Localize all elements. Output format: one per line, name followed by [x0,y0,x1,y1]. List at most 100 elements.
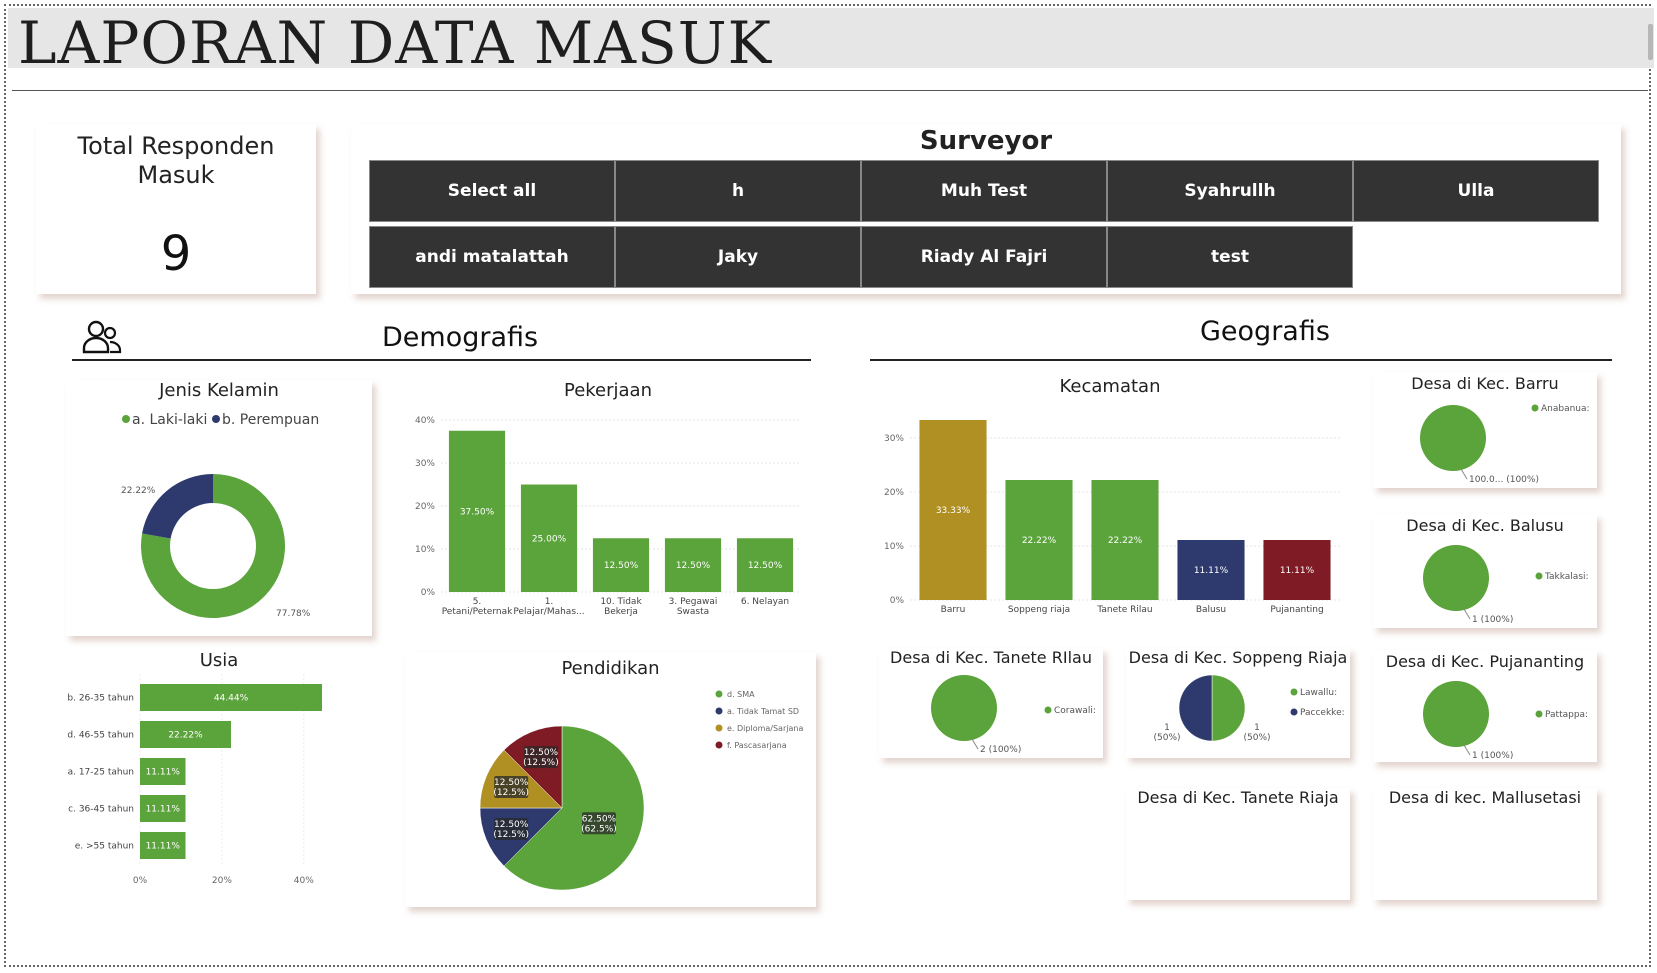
card-desa-tanete-rilau: Desa di Kec. Tanete RIlau Corawali: 2 (10… [879,648,1103,758]
x-tick-label-3: Balusu [1196,605,1226,615]
legend-dot-2 [715,724,723,732]
y-tick-label-2: a. 17-25 tahun [68,768,134,778]
legend-dot-0 [1044,706,1052,714]
pie-data-label-0: 2 (100%) [980,745,1021,755]
surveyor-option-muh-test[interactable]: Muh Test [861,160,1107,222]
y-tick-label-0: b. 26-35 tahun [67,694,134,704]
bar-data-label-0: 37.50% [460,507,495,517]
bar-data-label-1: 25.00% [532,534,567,544]
desa-balusu-pie-chart: Takkalasi: 1 (100%) [1423,545,1589,625]
x-tick-label-2: 40% [294,876,314,886]
scrollbar-thumb[interactable] [1648,24,1653,60]
x-tick-label-0: Barru [941,605,966,615]
chart-title-desa-tanete-riaja: Desa di Kec. Tanete Riaja [1137,788,1339,807]
legend-label-0: d. SMA [727,690,755,699]
chart-title-desa-balusu: Desa di Kec. Balusu [1406,516,1564,535]
surveyor-option-andi-matalattah[interactable]: andi matalattah [369,226,615,288]
pie-leader-line [1460,468,1468,480]
jenis-kelamin-donut-chart: a. Laki-laki b. Perempuan 77.78% 22.22% [121,412,319,619]
pendidikan-pie-chart: 62.50% (62.5%) 12.50% (12.5%) 12.50% (12.5%) 1… [479,690,803,891]
geografis-divider [870,359,1612,361]
chart-title-desa-mallusetasi: Desa di kec. Mallusetasi [1388,788,1582,807]
title-bar: LAPORAN DATA MASUK [8,8,1654,72]
y-tick-label-1: 10% [884,542,904,552]
bar-data-label-1: 22.22% [1022,536,1057,546]
legend-label-0: Corawali: [1054,706,1096,716]
y-tick-label-0: 0% [890,596,905,606]
pie-slice-0 [1423,545,1489,611]
x-tick-label-1: 20% [212,876,232,886]
chart-title-desa-barru: Desa di Kec. Barru [1411,374,1559,393]
bar-data-label-1: 22.22% [168,731,203,741]
surveyor-option-ulla[interactable]: Ulla [1353,160,1599,222]
x-tick-label-3: 3. Pegawai Swasta [669,597,718,617]
pie-slice-0 [1423,681,1489,747]
pekerjaan-bar-chart: 0% 10% 20% 30% 40% 37.50% 5. Petani/Peternak 25.… [415,416,801,617]
legend-label-0: Takkalasi: [1544,572,1589,582]
card-desa-tanete-riaja: Desa di Kec. Tanete Riaja [1126,788,1350,900]
surveyor-slicer: Surveyor Select all h Muh Test Syahrullh… [351,124,1621,294]
legend-dot-0 [1535,710,1543,718]
people-group-icon [82,320,122,354]
legend-dot-1 [212,415,220,423]
legend-label-3: f. Pascasarjana [727,741,787,750]
y-tick-label-0: 0% [421,588,436,598]
surveyor-option-syahrullh[interactable]: Syahrullh [1107,160,1353,222]
title-divider [12,90,1648,91]
card-desa-balusu: Desa di Kec. Balusu Takkalasi: 1 (100%) [1373,514,1597,628]
legend-dot-0 [1290,688,1298,696]
y-tick-label-3: 30% [884,434,904,444]
bar-data-label-2: 12.50% [604,561,639,571]
y-tick-label-1: 10% [415,545,435,555]
surveyor-option-jaky[interactable]: Jaky [615,226,861,288]
legend-label-0: Lawallu: [1300,688,1337,698]
legend-dot-0 [715,690,723,698]
legend-label-0: Anabanua: [1541,404,1590,414]
bar-data-label-3: 12.50% [676,561,711,571]
legend-dot-3 [715,741,723,749]
chart-title-pendidikan: Pendidikan [561,658,660,679]
pie-data-label-1: 1 (50%) [1153,723,1180,743]
surveyor-option-select-all[interactable]: Select all [369,160,615,222]
pie-data-label-0: 1 (100%) [1472,615,1513,625]
legend-dot-0 [1535,572,1543,580]
chart-title-desa-tanete-rilau: Desa di Kec. Tanete RIlau [890,648,1092,667]
y-tick-label-3: c. 36-45 tahun [68,805,134,815]
legend-dot-0 [1531,404,1539,412]
kecamatan-bar-chart: 0% 10% 20% 30% 33.33% Barru 22.22% Soppeng riaj… [884,420,1340,615]
chart-title-usia: Usia [199,650,239,671]
x-tick-label-2: 10. Tidak Bekerja [600,597,642,617]
x-tick-label-0: 5. Petani/Peternak [442,597,513,617]
surveyor-option-h[interactable]: h [615,160,861,222]
legend-dot-0 [122,415,130,423]
pie-data-label-0: 1 (100%) [1472,751,1513,761]
x-tick-label-4: Pujananting [1270,605,1323,615]
card-jenis-kelamin: Jenis Kelamin a. Laki-laki b. Perempuan 77… [66,380,372,636]
pie-slice-0 [1420,405,1486,471]
bar-data-label-4: 11.11% [146,842,181,852]
chart-title-jenis-kelamin: Jenis Kelamin [159,380,279,401]
y-tick-label-3: 30% [415,459,435,469]
pie-leader-line [1463,744,1471,756]
legend-label-0: Pattappa: [1545,710,1588,720]
card-pekerjaan: Pekerjaan 0% 10% 20% 30% 40% 37.50% 5. Petani/P… [405,380,811,636]
pie-data-label-3: 12.50% (12.5%) [523,748,559,768]
y-tick-label-4: 40% [415,416,435,426]
surveyor-option-riady-al-fajri[interactable]: Riady Al Fajri [861,226,1107,288]
card-kecamatan: Kecamatan 0% 10% 20% 30% 33.33% Barru 22.22% So… [870,374,1350,640]
surveyor-option-test[interactable]: test [1107,226,1353,288]
card-desa-mallusetasi: Desa di kec. Mallusetasi [1373,788,1597,900]
pie-data-label-0: 100.0... (100%) [1469,475,1539,485]
card-desa-barru: Desa di Kec. Barru Anabanua: 100.0... (10… [1373,372,1597,488]
y-tick-label-2: 20% [884,488,904,498]
legend-label-1: b. Perempuan [222,412,319,428]
demografis-divider [72,359,811,361]
bar-data-label-4: 12.50% [748,561,783,571]
legend-label-1: Paccekke: [1300,708,1345,718]
bar-data-label-2: 11.11% [146,768,181,778]
surveyor-title: Surveyor [919,126,1053,156]
pie-data-label-2: 12.50% (12.5%) [493,778,529,798]
chart-title-desa-soppeng-riaja: Desa di Kec. Soppeng Riaja [1128,648,1348,667]
chart-title-desa-pujananting: Desa di Kec. Pujananting [1385,652,1585,671]
pie-slice-1 [1178,674,1213,742]
